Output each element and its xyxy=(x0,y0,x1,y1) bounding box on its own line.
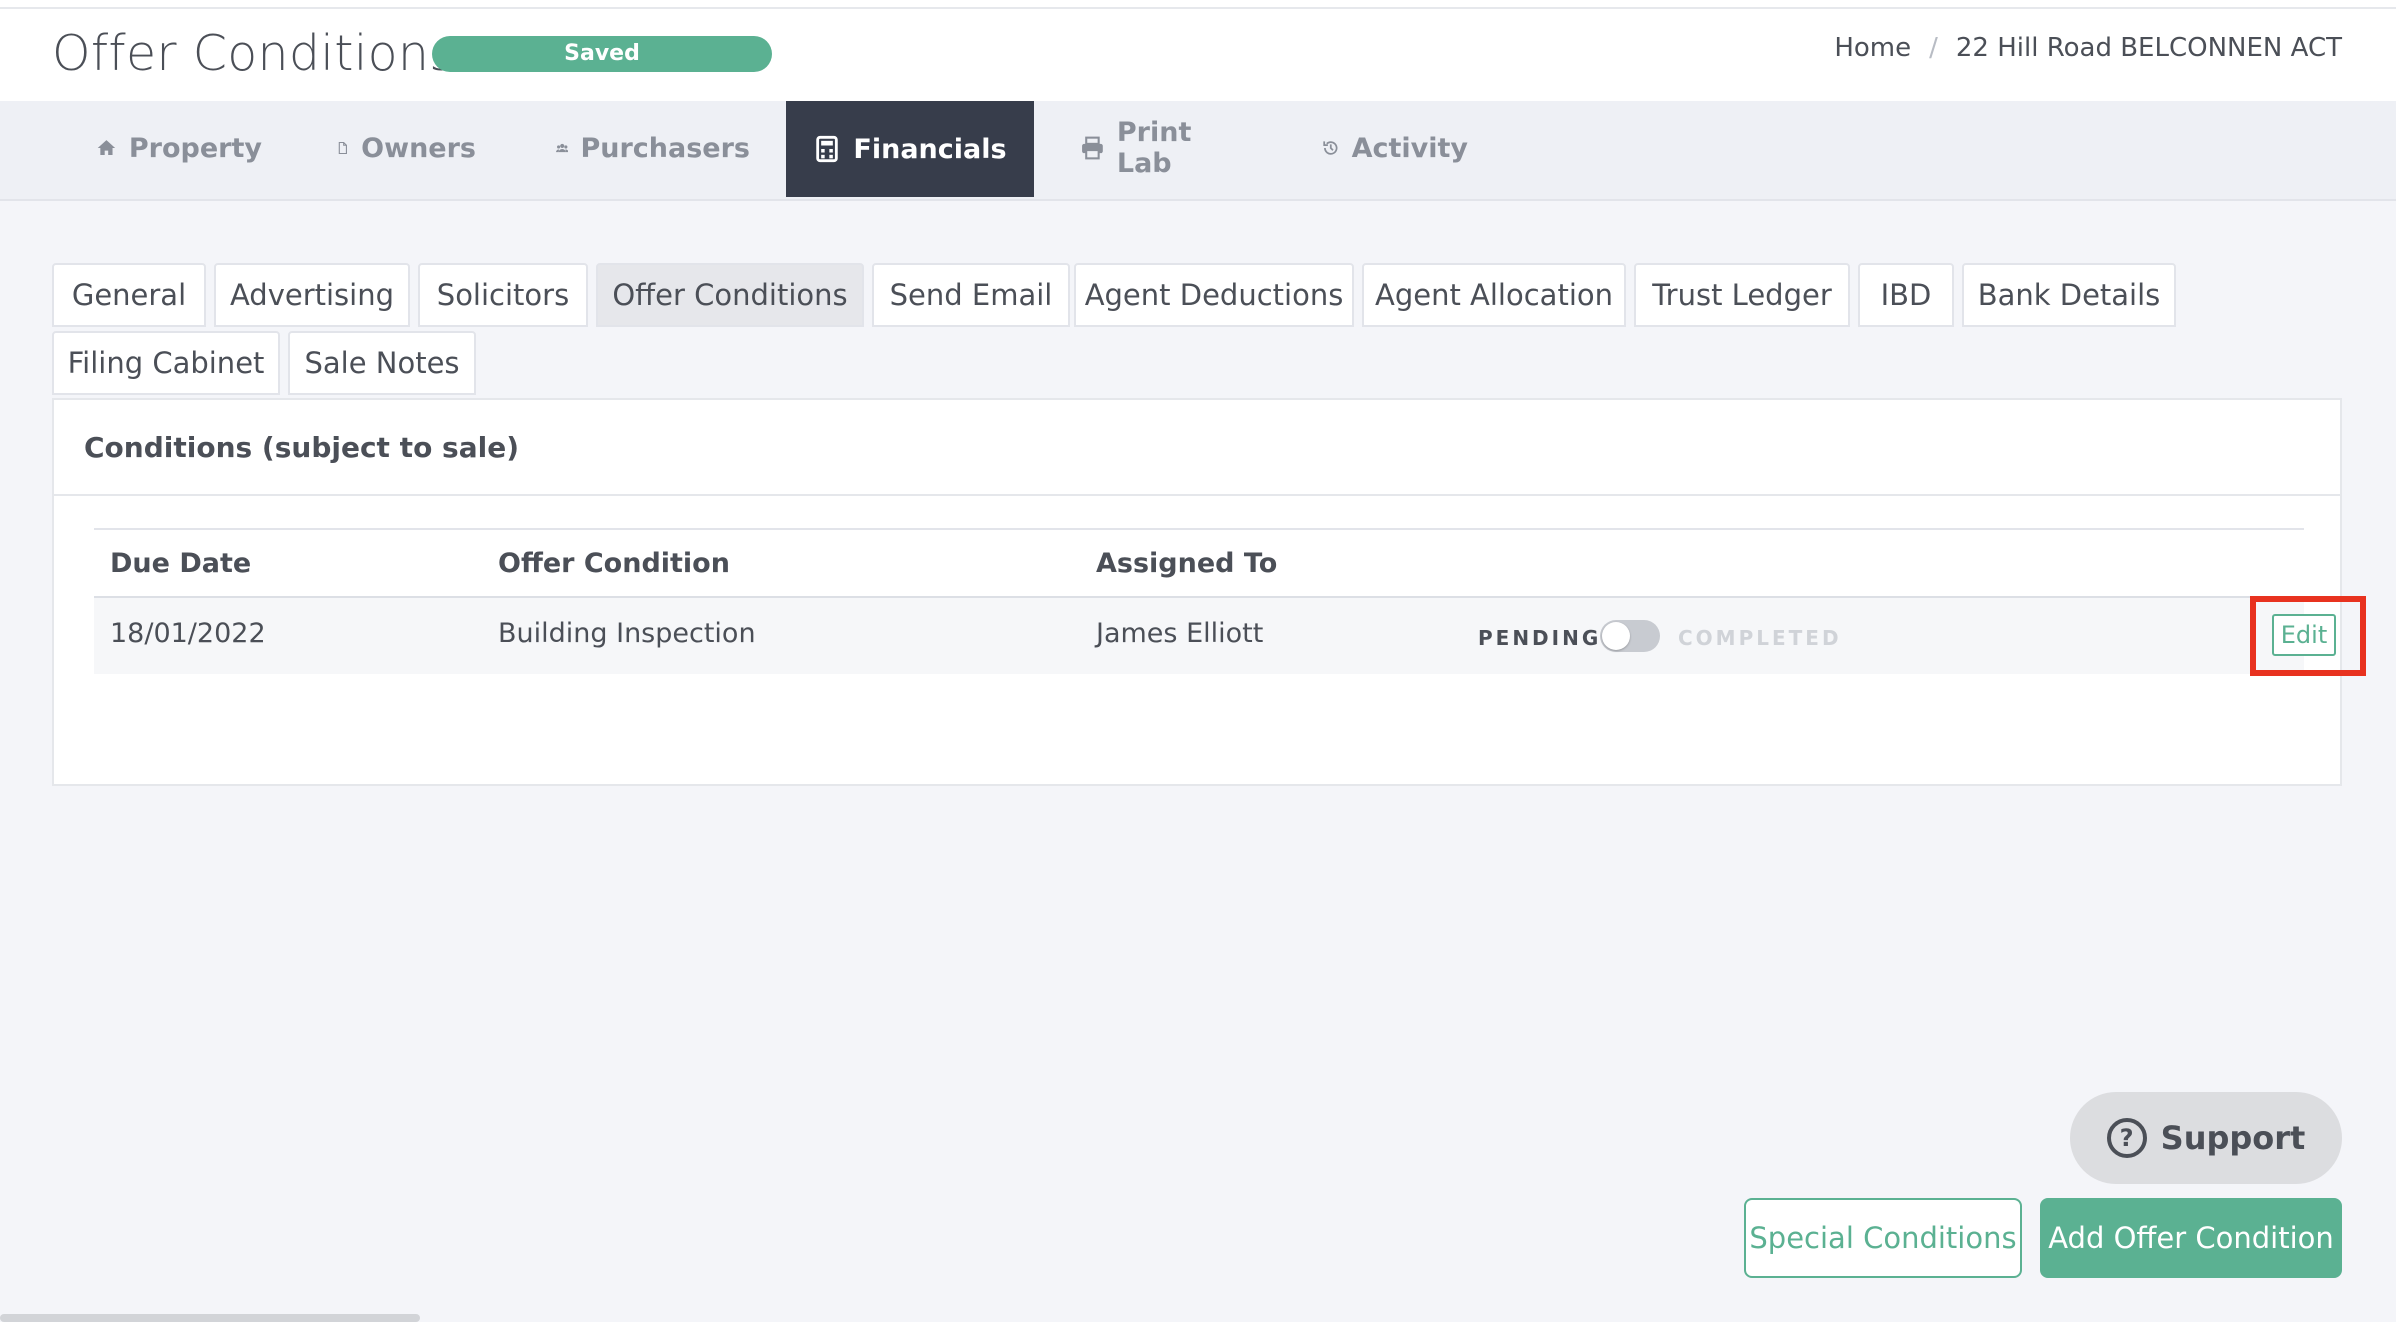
subtab-agent-allocation[interactable]: Agent Allocation xyxy=(1362,263,1626,327)
toggle-completed-label: COMPLETED xyxy=(1678,626,1842,650)
table-row: 18/01/2022 Building Inspection James Ell… xyxy=(94,596,2366,676)
top-edge xyxy=(0,0,2396,9)
subtab-ibd[interactable]: IBD xyxy=(1858,263,1954,327)
horizontal-scrollbar[interactable] xyxy=(0,1314,420,1322)
column-due-date: Due Date xyxy=(110,548,252,579)
tab-print-lab-label: Print Lab xyxy=(1116,117,1192,179)
main-nav: Property Owners Purchasers Financials Pr… xyxy=(0,101,2396,201)
home-icon xyxy=(97,140,116,155)
breadcrumb-home[interactable]: Home xyxy=(1834,33,1911,63)
subtab-advertising[interactable]: Advertising xyxy=(214,263,410,327)
subtab-filing-cabinet[interactable]: Filing Cabinet xyxy=(52,331,280,395)
tab-purchasers-label: Purchasers xyxy=(580,132,750,164)
breadcrumb-separator: / xyxy=(1929,33,1938,63)
calculator-icon xyxy=(816,135,839,163)
column-offer-condition: Offer Condition xyxy=(498,548,730,579)
table-header: Due Date Offer Condition Assigned To xyxy=(94,528,2304,598)
subtab-general[interactable]: General xyxy=(52,263,206,327)
special-conditions-button[interactable]: Special Conditions xyxy=(1744,1198,2022,1278)
tab-owners[interactable]: Owners xyxy=(336,101,476,195)
conditions-table: Due Date Offer Condition Assigned To 18/… xyxy=(94,528,2366,676)
column-assigned-to: Assigned To xyxy=(1096,548,1278,579)
tab-financials[interactable]: Financials xyxy=(786,101,1034,197)
toggle-knob xyxy=(1602,622,1630,650)
tab-purchasers[interactable]: Purchasers xyxy=(556,101,750,195)
status-badge: Saved xyxy=(432,36,772,72)
users-icon xyxy=(556,143,569,153)
subtab-sale-notes[interactable]: Sale Notes xyxy=(288,331,476,395)
conditions-panel: Conditions (subject to sale) Due Date Of… xyxy=(52,398,2366,786)
support-label: Support xyxy=(2160,1119,2306,1157)
subtab-trust-ledger[interactable]: Trust Ledger xyxy=(1634,263,1850,327)
status-toggle[interactable] xyxy=(1600,620,1660,652)
add-offer-condition-button[interactable]: Add Offer Condition xyxy=(2040,1198,2342,1278)
tab-property-label: Property xyxy=(128,132,262,164)
tab-print-lab[interactable]: Print Lab xyxy=(1080,101,1240,195)
tab-activity-label: Activity xyxy=(1351,132,1468,164)
subtab-bank-details[interactable]: Bank Details xyxy=(1962,263,2176,327)
offer-condition-cell: Building Inspection xyxy=(498,618,756,649)
due-date-cell: 18/01/2022 xyxy=(110,618,266,649)
page-header: Offer Conditions Saved Home / 22 Hill Ro… xyxy=(0,9,2396,101)
edit-button[interactable]: Edit xyxy=(2272,614,2336,656)
history-icon xyxy=(1323,141,1338,155)
tab-activity[interactable]: Activity xyxy=(1322,101,1468,195)
subtab-offer-conditions[interactable]: Offer Conditions xyxy=(596,263,864,327)
subtab-agent-deductions[interactable]: Agent Deductions xyxy=(1074,263,1354,327)
tab-financials-label: Financials xyxy=(853,133,1007,165)
tab-owners-label: Owners xyxy=(361,132,476,164)
assigned-to-cell: James Elliott xyxy=(1096,618,1264,649)
conditions-heading: Conditions (subject to sale) xyxy=(54,400,2340,496)
document-icon xyxy=(338,141,347,155)
printer-icon xyxy=(1082,136,1103,160)
toggle-pending-label: PENDING xyxy=(1478,626,1602,650)
subtab-solicitors[interactable]: Solicitors xyxy=(418,263,588,327)
tab-property[interactable]: Property xyxy=(96,101,262,195)
support-button[interactable]: ? Support xyxy=(2070,1092,2342,1184)
subtab-send-email[interactable]: Send Email xyxy=(872,263,1070,327)
breadcrumb: Home / 22 Hill Road BELCONNEN ACT xyxy=(1834,33,2342,63)
help-icon: ? xyxy=(2106,1118,2147,1158)
page-title: Offer Conditions xyxy=(52,25,456,82)
breadcrumb-current: 22 Hill Road BELCONNEN ACT xyxy=(1955,33,2342,63)
